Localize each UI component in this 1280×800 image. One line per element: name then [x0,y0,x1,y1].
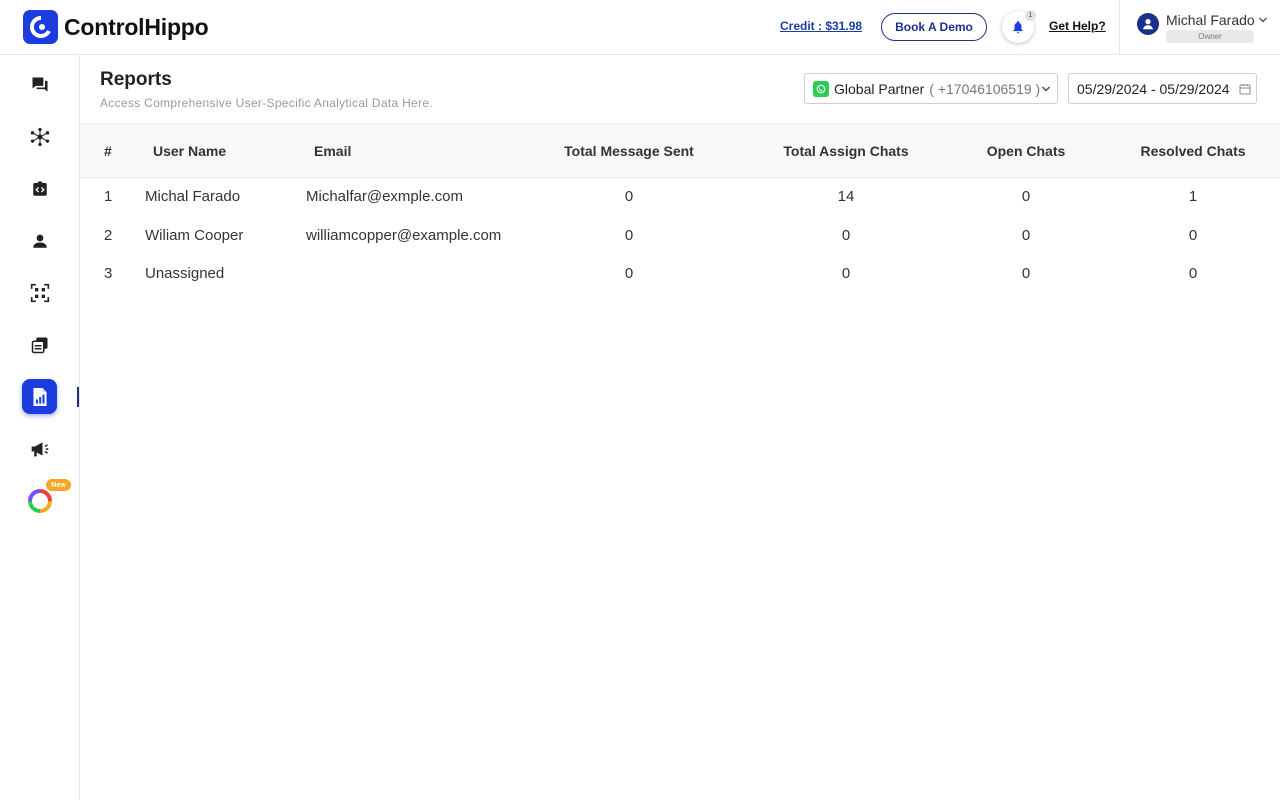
column-header-resolved-chats: Resolved Chats [1140,143,1246,159]
account-phone: ( +17046106519 ) [929,80,1041,97]
row-total-message-sent: 0 [624,265,634,282]
row-email: williamcopper@example.com [306,226,502,244]
sidebar-item-qr[interactable] [22,275,57,310]
get-help-link[interactable]: Get Help? [1049,19,1106,33]
avatar [1137,13,1159,35]
row-total-message-sent: 0 [624,226,634,244]
row-total-assign-chats: 0 [841,265,851,282]
credit-link[interactable]: Credit : $31.98 [780,19,862,33]
calendar-icon [1239,84,1251,95]
column-header-total-message-sent: Total Message Sent [564,143,694,159]
bell-icon [1013,21,1023,34]
column-header-email: Email [314,143,352,159]
chat-icon [32,77,47,92]
row-total-assign-chats: 0 [841,226,851,244]
column-header-index: # [104,143,112,159]
row-open-chats: 0 [1021,265,1031,282]
table-row: 1 Michal Farado Michalfar@exmple.com 0 1… [80,178,1280,217]
row-open-chats: 0 [1021,188,1031,205]
user-name: Michal Farado [1166,12,1255,28]
active-indicator [77,387,79,407]
table-header: # User Name Email Total Message Sent Tot… [80,123,1280,178]
header-divider [1119,0,1120,54]
code-icon [32,181,47,196]
sidebar-item-chats[interactable] [22,67,57,102]
column-header-open-chats: Open Chats [986,143,1066,159]
sidebar-item-integrations[interactable] [22,119,57,154]
chevron-down-icon [1042,86,1050,92]
book-demo-button[interactable]: Book A Demo [881,13,987,41]
row-user-name: Michal Farado [145,188,241,205]
row-total-message-sent: 0 [624,188,634,205]
date-range-picker[interactable]: 05/29/2024 - 05/29/2024 [1068,73,1257,104]
table-row: 2 Wiliam Cooper williamcopper@example.co… [80,217,1280,256]
user-role-badge: Owner [1166,30,1254,43]
new-badge: New [46,479,71,491]
reports-icon [32,387,47,406]
row-open-chats: 0 [1021,226,1031,244]
user-menu[interactable]: Michal Farado Owner [1137,10,1272,46]
date-range-value: 05/29/2024 - 05/29/2024 [1077,80,1230,97]
whatsapp-icon [813,80,829,97]
brand-logo[interactable]: ControlHippo [23,10,209,44]
network-icon [30,127,49,146]
page-subtitle: Access Comprehensive User-Specific Analy… [100,96,433,110]
row-index: 3 [104,265,113,282]
column-header-total-assign-chats: Total Assign Chats [783,143,909,159]
chevron-down-icon [1259,17,1267,23]
table-row: 3 Unassigned 0 0 0 0 [80,255,1280,294]
logo-icon [23,10,58,44]
reports-table: # User Name Email Total Message Sent Tot… [80,123,1280,294]
row-index: 2 [104,226,113,244]
qr-code-icon [30,283,49,302]
row-resolved-chats: 1 [1188,188,1198,205]
row-resolved-chats: 0 [1188,226,1198,244]
row-user-name: Unassigned [145,265,225,282]
row-user-name: Wiliam Cooper [145,226,244,244]
brand-name: ControlHippo [64,13,209,40]
account-name: Global Partner [834,80,925,97]
row-total-assign-chats: 14 [837,188,855,205]
column-header-user-name: User Name [153,143,227,159]
sidebar-item-contacts[interactable] [22,223,57,258]
row-email: Michalfar@exmple.com [306,188,463,205]
sidebar: New [0,55,80,800]
sidebar-item-broadcast[interactable] [22,431,57,466]
account-select[interactable]: Global Partner ( +17046106519 ) [804,73,1058,104]
hippo-ai-icon [27,488,52,513]
page-title: Reports [100,69,172,90]
row-resolved-chats: 0 [1188,265,1198,282]
sidebar-item-templates[interactable] [22,327,57,362]
sidebar-item-developer[interactable] [22,171,57,206]
templates-icon [31,337,47,353]
user-icon [32,234,47,248]
megaphone-icon [31,441,48,456]
notification-count-badge: 1 [1025,10,1036,21]
row-index: 1 [104,188,113,205]
notifications-button[interactable]: 1 [1002,10,1036,43]
top-header: ControlHippo Credit : $31.98 Book A Demo… [0,0,1280,55]
sidebar-item-reports[interactable] [22,379,57,414]
